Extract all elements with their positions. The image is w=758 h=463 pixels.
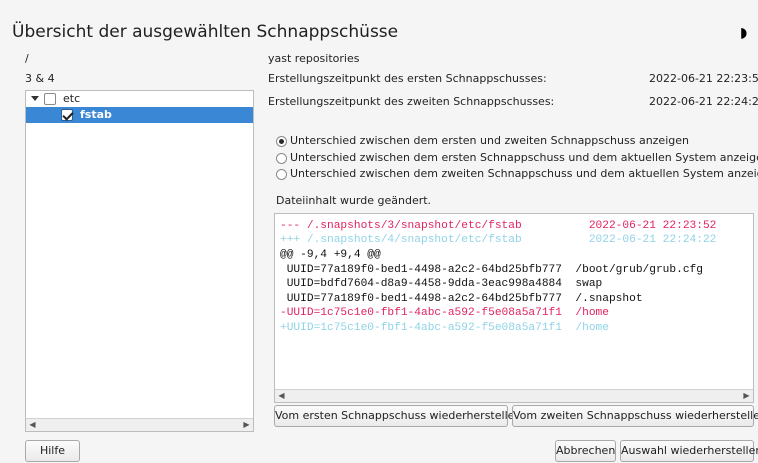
diff-line: @@ -9,4 +9,4 @@	[280, 249, 381, 261]
radio-label: Unterschied zwischen dem ersten Schnapps…	[290, 151, 758, 164]
restore-second-button[interactable]: Vom zweiten Schnappschuss wiederherstell…	[512, 405, 758, 427]
snapshot-pair: 3 & 4	[25, 72, 55, 85]
first-snapshot-time: 2022-06-21 22:23:52	[649, 72, 758, 85]
restore-first-button[interactable]: Vom ersten Schnappschuss wiederherstelle…	[274, 405, 521, 427]
diff-line: -UUID=1c75c1e0-fbf1-4abc-a592-f5e08a5a71…	[280, 307, 609, 319]
radio-button[interactable]	[276, 169, 287, 180]
restore-selection-button[interactable]: Auswahl wiederherstellen	[620, 440, 758, 462]
diff-line: --- /.snapshots/3/snapshot/etc/fstab 202…	[280, 220, 717, 232]
diff-view[interactable]: --- /.snapshots/3/snapshot/etc/fstab 202…	[274, 213, 754, 403]
arrow-left-icon[interactable]: ◀	[275, 390, 288, 402]
tree-item-etc[interactable]: etc	[26, 91, 253, 107]
first-snapshot-label: Erstellungszeitpunkt des ersten Schnapps…	[268, 72, 547, 85]
arrow-left-icon[interactable]: ◀	[26, 419, 39, 431]
triangle-down-icon[interactable]	[31, 96, 39, 101]
diff-status: Dateiinhalt wurde geändert.	[276, 194, 432, 207]
snapshot-description: yast repositories	[268, 52, 360, 65]
cancel-button[interactable]: Abbrechen	[555, 440, 616, 462]
radio-diff-first-second[interactable]: Unterschied zwischen dem ersten und zwei…	[276, 134, 746, 150]
snapshot-path: /	[25, 52, 29, 65]
radio-button[interactable]	[276, 153, 287, 164]
diff-horizontal-scrollbar[interactable]: ◀ ▶	[275, 389, 753, 402]
arrow-right-icon[interactable]: ▶	[740, 390, 753, 402]
diff-line: +UUID=1c75c1e0-fbf1-4abc-a592-f5e08a5a71…	[280, 322, 609, 334]
tree-item-fstab[interactable]: fstab	[26, 107, 253, 123]
tree-checkbox-etc[interactable]	[44, 93, 56, 105]
help-button[interactable]: Hilfe	[25, 440, 80, 462]
dialog-title: Übersicht der ausgewählten Schnappschüss…	[12, 22, 399, 42]
radio-label: Unterschied zwischen dem ersten und zwei…	[290, 134, 689, 147]
diff-line: UUID=bdfd7604-d8a9-4458-9dda-3eac998a488…	[280, 278, 603, 290]
second-snapshot-time: 2022-06-21 22:24:22	[649, 95, 758, 108]
diff-line: +++ /.snapshots/4/snapshot/etc/fstab 202…	[280, 234, 717, 246]
diff-line: UUID=77a189f0-bed1-4498-a2c2-64bd25bfb77…	[280, 293, 643, 305]
tree-item-label: fstab	[80, 108, 112, 121]
radio-diff-second-current[interactable]: Unterschied zwischen dem zweiten Schnapp…	[276, 167, 758, 183]
radio-label: Unterschied zwischen dem zweiten Schnapp…	[290, 167, 758, 180]
tree-checkbox-fstab[interactable]	[61, 109, 73, 121]
diff-line: UUID=77a189f0-bed1-4498-a2c2-64bd25bfb77…	[280, 264, 703, 276]
radio-diff-first-current[interactable]: Unterschied zwischen dem ersten Schnapps…	[276, 151, 758, 167]
radio-button[interactable]	[276, 136, 287, 147]
tree-horizontal-scrollbar[interactable]: ◀ ▶	[26, 418, 253, 431]
moon-icon[interactable]: ◗	[740, 26, 754, 40]
tree-item-label: etc	[63, 92, 81, 105]
arrow-right-icon[interactable]: ▶	[240, 419, 253, 431]
file-tree[interactable]: etc fstab ◀ ▶	[25, 90, 254, 432]
second-snapshot-label: Erstellungszeitpunkt des zweiten Schnapp…	[268, 95, 555, 108]
